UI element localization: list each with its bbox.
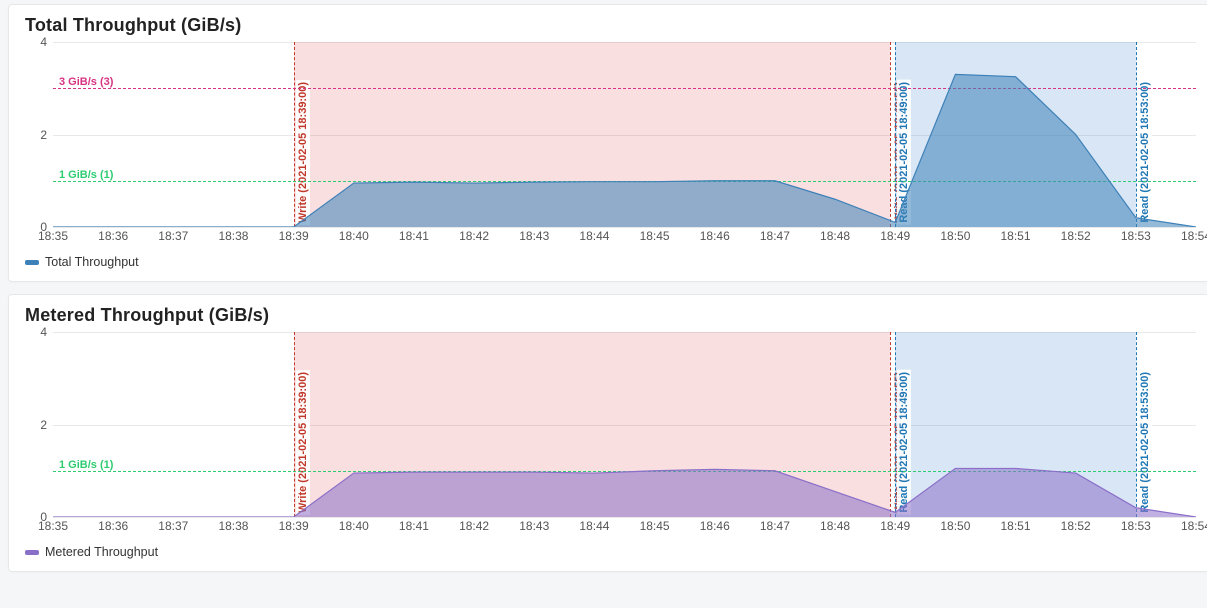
x-tick-label: 18:46 xyxy=(700,229,730,243)
x-tick-label: 18:50 xyxy=(940,519,970,533)
x-tick-label: 18:41 xyxy=(399,519,429,533)
x-tick-label: 18:38 xyxy=(218,229,248,243)
legend-label: Total Throughput xyxy=(45,255,139,269)
chart-metered[interactable]: 024Write (2021-02-05 18:39:00)Write (202… xyxy=(23,332,1200,537)
x-tick-label: 18:47 xyxy=(760,229,790,243)
x-tick-label: 18:51 xyxy=(1001,519,1031,533)
x-tick-label: 18:36 xyxy=(98,229,128,243)
x-tick-label: 18:35 xyxy=(38,519,68,533)
panel-total-throughput: Total Throughput (GiB/s) 024Write (2021-… xyxy=(8,4,1207,282)
plot-area: 024Write (2021-02-05 18:39:00)Write (202… xyxy=(53,42,1196,227)
x-tick-label: 18:46 xyxy=(700,519,730,533)
x-tick-label: 18:44 xyxy=(579,519,609,533)
x-axis: 18:3518:3618:3718:3818:3918:4018:4118:42… xyxy=(53,517,1196,537)
x-tick-label: 18:37 xyxy=(158,229,188,243)
x-tick-label: 18:45 xyxy=(640,229,670,243)
legend[interactable]: Total Throughput xyxy=(25,255,1200,269)
legend-swatch xyxy=(25,550,39,555)
x-tick-label: 18:36 xyxy=(98,519,128,533)
plot-area: 024Write (2021-02-05 18:39:00)Write (202… xyxy=(53,332,1196,517)
legend-swatch xyxy=(25,260,39,265)
x-tick-label: 18:54 xyxy=(1181,519,1207,533)
x-tick-label: 18:53 xyxy=(1121,229,1151,243)
x-tick-label: 18:48 xyxy=(820,229,850,243)
x-tick-label: 18:49 xyxy=(880,229,910,243)
legend-label: Metered Throughput xyxy=(45,545,158,559)
chart-total[interactable]: 024Write (2021-02-05 18:39:00)Write (202… xyxy=(23,42,1200,247)
y-tick-label: 4 xyxy=(40,325,53,339)
x-tick-label: 18:47 xyxy=(760,519,790,533)
panel-title: Total Throughput (GiB/s) xyxy=(25,15,1200,36)
y-tick-label: 4 xyxy=(40,35,53,49)
x-tick-label: 18:54 xyxy=(1181,229,1207,243)
x-tick-label: 18:42 xyxy=(459,519,489,533)
x-tick-label: 18:42 xyxy=(459,229,489,243)
y-tick-label: 2 xyxy=(40,418,53,432)
x-tick-label: 18:43 xyxy=(519,229,549,243)
x-tick-label: 18:44 xyxy=(579,229,609,243)
x-tick-label: 18:52 xyxy=(1061,519,1091,533)
series-area xyxy=(53,42,1196,227)
x-axis: 18:3518:3618:3718:3818:3918:4018:4118:42… xyxy=(53,227,1196,247)
x-tick-label: 18:37 xyxy=(158,519,188,533)
x-tick-label: 18:40 xyxy=(339,229,369,243)
legend[interactable]: Metered Throughput xyxy=(25,545,1200,559)
panel-metered-throughput: Metered Throughput (GiB/s) 024Write (202… xyxy=(8,294,1207,572)
x-tick-label: 18:39 xyxy=(279,519,309,533)
x-tick-label: 18:43 xyxy=(519,519,549,533)
x-tick-label: 18:38 xyxy=(218,519,248,533)
x-tick-label: 18:40 xyxy=(339,519,369,533)
series-area xyxy=(53,332,1196,517)
x-tick-label: 18:51 xyxy=(1001,229,1031,243)
x-tick-label: 18:52 xyxy=(1061,229,1091,243)
panel-title: Metered Throughput (GiB/s) xyxy=(25,305,1200,326)
x-tick-label: 18:53 xyxy=(1121,519,1151,533)
x-tick-label: 18:50 xyxy=(940,229,970,243)
x-tick-label: 18:41 xyxy=(399,229,429,243)
x-tick-label: 18:48 xyxy=(820,519,850,533)
x-tick-label: 18:39 xyxy=(279,229,309,243)
x-tick-label: 18:49 xyxy=(880,519,910,533)
x-tick-label: 18:45 xyxy=(640,519,670,533)
x-tick-label: 18:35 xyxy=(38,229,68,243)
y-tick-label: 2 xyxy=(40,128,53,142)
